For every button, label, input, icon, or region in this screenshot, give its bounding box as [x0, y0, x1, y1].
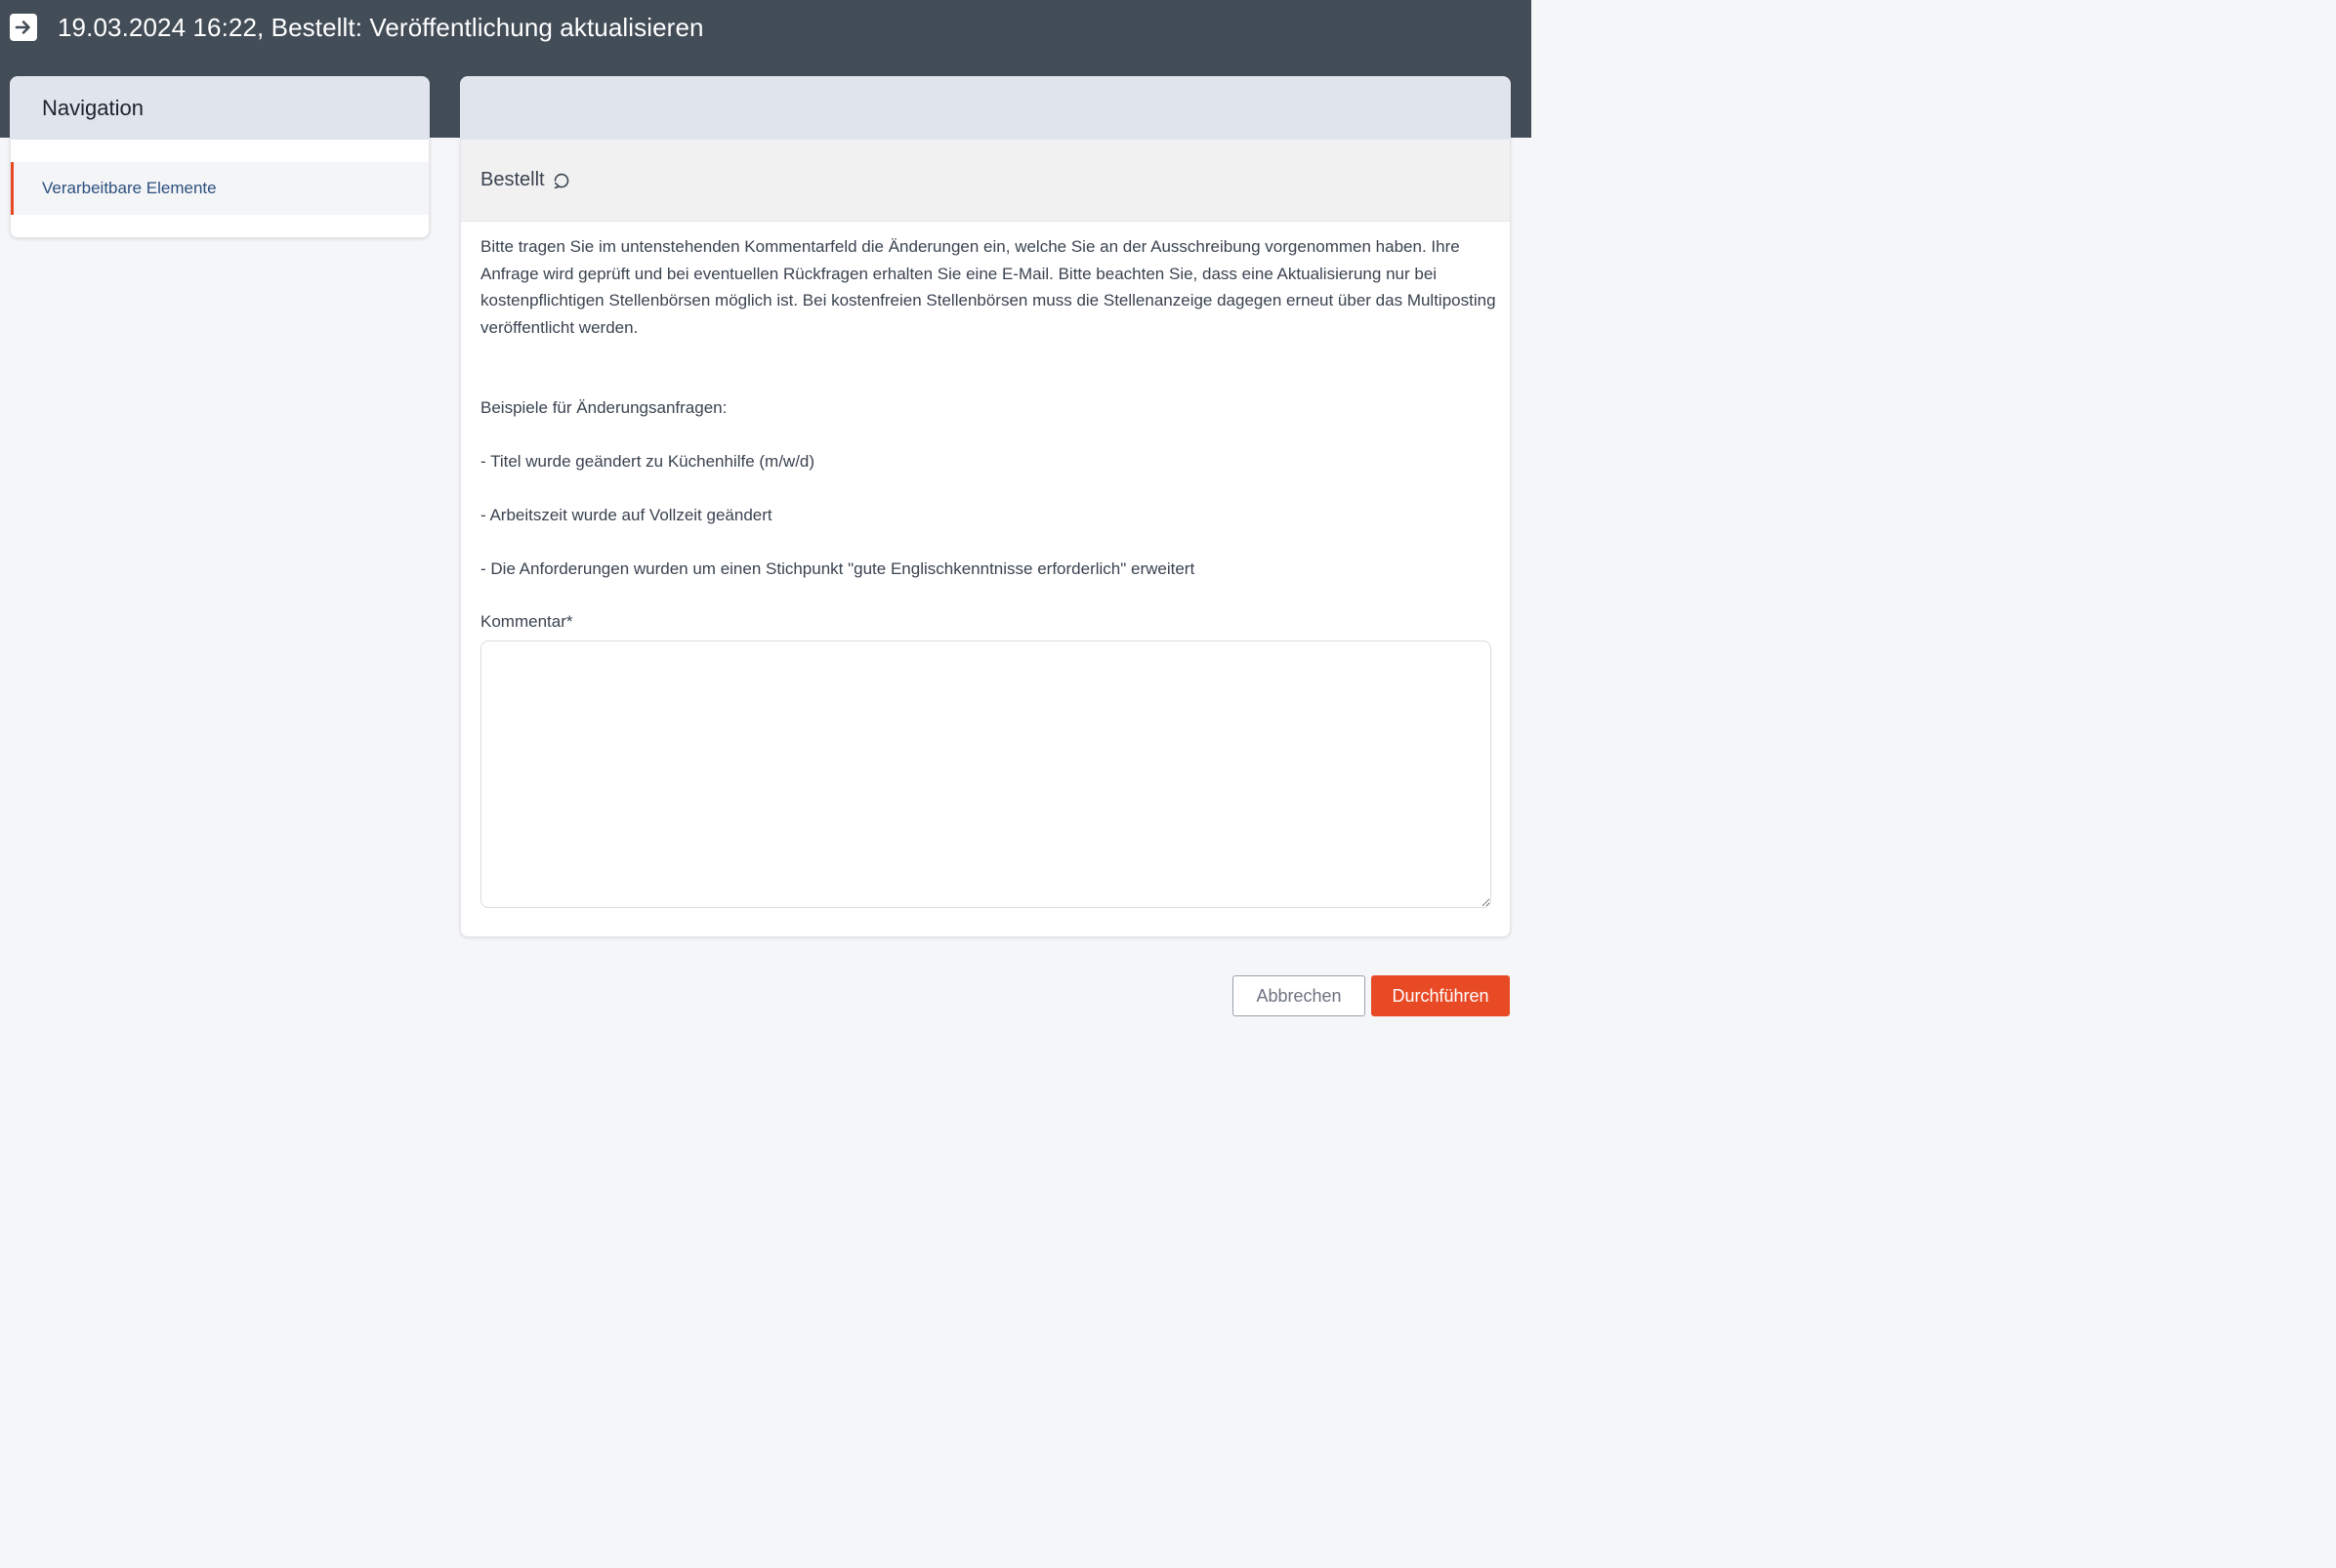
examples-heading: Beispiele für Änderungsanfragen: [480, 398, 728, 417]
navigation-header: Navigation [11, 77, 429, 140]
status-bar: Bestellt [461, 140, 1510, 222]
nav-item-verarbeitbare-elemente[interactable]: Verarbeitbare Elemente [11, 162, 429, 215]
cancel-button[interactable]: Abbrechen [1232, 975, 1365, 1016]
page-title: 19.03.2024 16:22, Bestellt: Veröffentlic… [58, 13, 704, 42]
nav-item-label: Verarbeitbare Elemente [42, 179, 217, 197]
refresh-icon[interactable] [551, 170, 572, 191]
example-item: - Titel wurde geändert zu Küchenhilfe (m… [480, 452, 815, 471]
main-panel-header [461, 77, 1510, 140]
navigation-title: Navigation [42, 96, 144, 120]
comment-label: Kommentar* [480, 612, 573, 631]
example-item: - Arbeitszeit wurde auf Vollzeit geänder… [480, 506, 772, 524]
arrow-right-square-icon[interactable] [10, 14, 37, 41]
main-panel: Bestellt Bitte tragen Sie im untenstehen… [460, 76, 1511, 937]
intro-text: Bitte tragen Sie im untenstehenden Komme… [480, 237, 1496, 337]
example-item: - Die Anforderungen wurden um einen Stic… [480, 559, 1195, 578]
status-label: Bestellt [480, 169, 545, 190]
comment-textarea[interactable] [480, 640, 1491, 908]
navigation-panel: Navigation Verarbeitbare Elemente [10, 76, 430, 238]
submit-button[interactable]: Durchführen [1371, 975, 1510, 1016]
